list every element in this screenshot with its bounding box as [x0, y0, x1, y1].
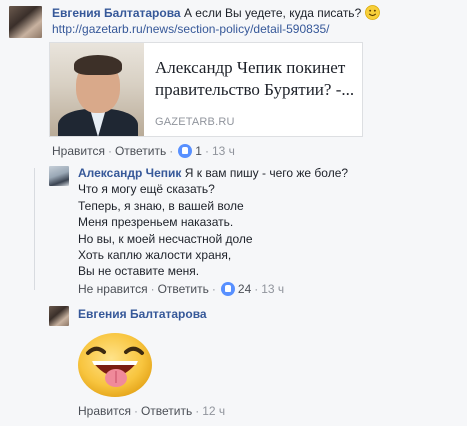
smile-emoji-icon	[364, 5, 380, 20]
timestamp[interactable]: 13 ч	[261, 282, 284, 296]
like-count-icon	[178, 144, 193, 158]
reply-first-line: Я к вам пишу - чего же боле?	[184, 166, 349, 180]
like-count[interactable]: 1	[195, 144, 202, 158]
link-preview-card[interactable]: Александр Чепик покинет правительство Бу…	[49, 42, 363, 137]
reply-button[interactable]: Ответить	[141, 404, 192, 418]
timestamp[interactable]: 13 ч	[212, 144, 235, 158]
unlike-button[interactable]: Не нравится	[78, 282, 148, 296]
like-count-icon	[220, 282, 235, 296]
reply-button[interactable]: Ответить	[115, 144, 166, 158]
article-link[interactable]: http://gazetarb.ru/news/section-policy/d…	[52, 22, 330, 36]
avatar[interactable]	[49, 306, 69, 326]
comment-body: Евгения Балтатарова А если Вы уедете, ку…	[52, 5, 380, 20]
avatar[interactable]	[49, 166, 69, 186]
timestamp[interactable]: 12 ч	[202, 404, 225, 418]
reply-author[interactable]: Александр Чепик	[78, 166, 181, 180]
comment-author[interactable]: Евгения Балтатарова	[52, 6, 181, 20]
reply-line: Но вы, к моей несчастной доле	[78, 232, 253, 246]
reply-actions: Не нравится · Ответить · 24 · 13 ч	[78, 282, 285, 296]
reply-line: Вы не оставите меня.	[78, 264, 200, 278]
comment-text: А если Вы уедете, куда писать?	[183, 6, 362, 20]
like-count[interactable]: 24	[238, 282, 251, 296]
comment-author[interactable]: Евгения Балтатарова	[78, 307, 207, 321]
preview-domain: GAZETARB.RU	[155, 116, 235, 128]
reply-line: Меня презреньем наказать.	[78, 215, 234, 229]
reply-line: Хоть каплю жалости храня,	[78, 248, 232, 262]
preview-title[interactable]: Александр Чепик покинет правительство Бу…	[155, 57, 360, 101]
tongue-out-sticker-icon	[78, 333, 152, 397]
comment-actions: Нравится · Ответить · 12 ч	[78, 404, 226, 418]
thread-divider	[34, 168, 35, 290]
reply-line: Теперь, я знаю, в вашей воле	[78, 199, 244, 213]
reply-button[interactable]: Ответить	[158, 282, 209, 296]
preview-thumbnail	[50, 43, 144, 136]
reply-body: Александр Чепик Я к вам пишу - чего же б…	[78, 166, 348, 180]
comment-actions: Нравится · Ответить · 1 · 13 ч	[52, 144, 235, 158]
reply-line: Что я могу ещё сказать?	[78, 182, 215, 196]
avatar[interactable]	[9, 6, 42, 38]
like-button[interactable]: Нравится	[78, 404, 131, 418]
like-button[interactable]: Нравится	[52, 144, 105, 158]
